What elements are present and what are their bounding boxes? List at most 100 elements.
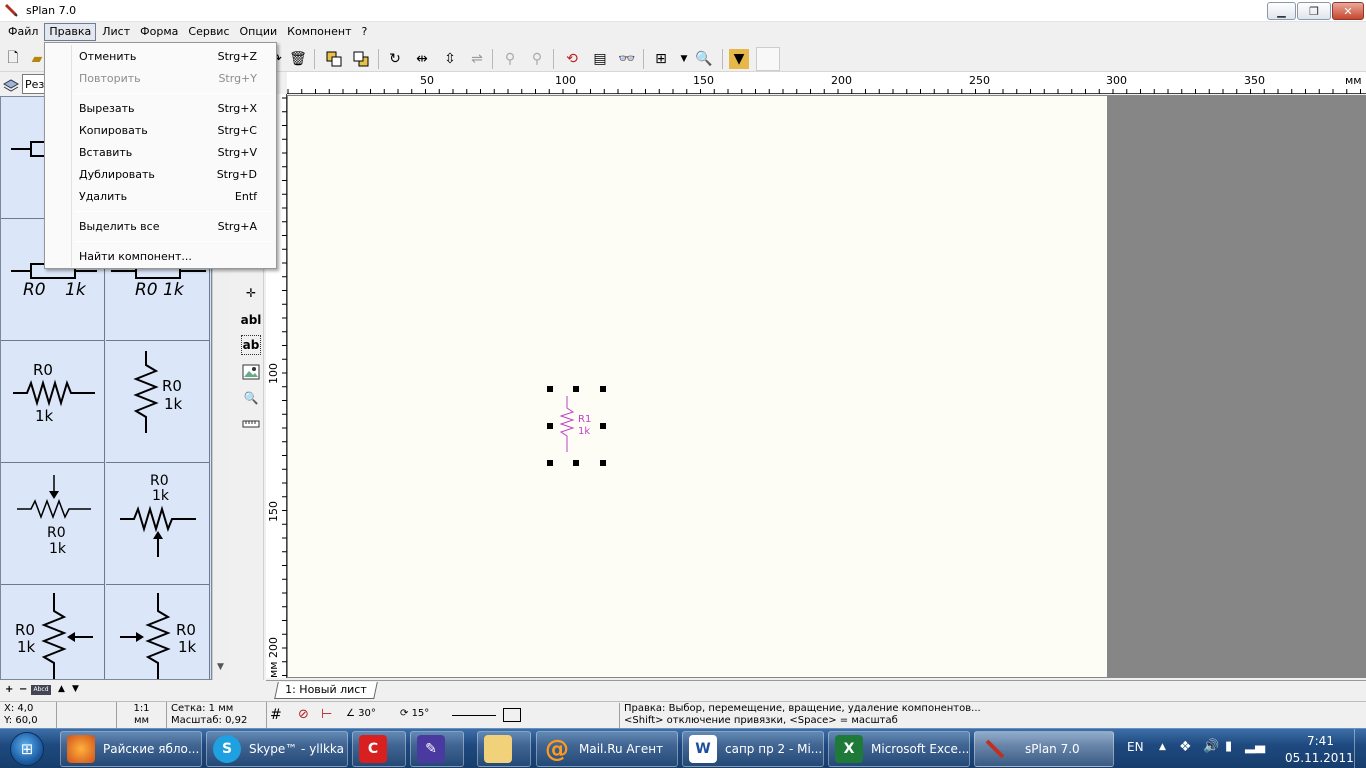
- menu-redo[interactable]: Повторить Strg+Y: [47, 67, 275, 89]
- zoom-fit-icon[interactable]: 🔍: [694, 49, 714, 69]
- ruler-label: 350: [1244, 74, 1265, 87]
- minimize-button[interactable]: ▁: [1267, 2, 1296, 20]
- taskbar-item-firefox[interactable]: Райские ябло...: [60, 731, 202, 767]
- selection-handle[interactable]: [547, 460, 553, 466]
- library-cell-resistor-zigzag-v[interactable]: R0 1k: [106, 341, 210, 463]
- bring-front-icon[interactable]: [324, 49, 344, 69]
- sheet-tab-label: 1: Новый лист: [285, 683, 367, 696]
- network-icon[interactable]: ▂▄: [1245, 739, 1265, 754]
- task-label: Mail.Ru Агент: [579, 742, 664, 756]
- clock-time[interactable]: 7:41: [1307, 734, 1334, 748]
- sheet-tab[interactable]: 1: Новый лист: [274, 682, 378, 699]
- menu-duplicate-shortcut: Strg+D: [216, 167, 257, 181]
- connect-icon[interactable]: ⟲: [562, 49, 582, 69]
- ungroup-icon[interactable]: ⚲: [527, 49, 547, 69]
- grid-dropdown-icon[interactable]: ▼: [674, 49, 694, 69]
- menu-undo[interactable]: Отменить Strg+Z: [47, 45, 275, 67]
- group-icon[interactable]: ⚲: [500, 49, 520, 69]
- menu-select-all[interactable]: Выделить все Strg+A: [47, 215, 275, 237]
- start-button[interactable]: ⊞: [2, 730, 52, 768]
- remove-icon[interactable]: −: [19, 684, 27, 695]
- taskbar-item-mailru[interactable]: @ Mail.Ru Агент: [536, 731, 678, 767]
- menu-component[interactable]: Компонент: [283, 23, 355, 41]
- mirror-h-icon[interactable]: ⇹: [412, 49, 432, 69]
- snap-grid-icon[interactable]: #: [270, 707, 282, 723]
- label-edit-icon[interactable]: Abcd: [31, 685, 51, 695]
- send-back-icon[interactable]: [351, 49, 371, 69]
- zoom-tool-icon[interactable]: 🔍: [241, 388, 261, 408]
- library-cell-resistor-zigzag-h[interactable]: R0 1k: [1, 341, 105, 463]
- move-up-icon[interactable]: ▲: [58, 684, 65, 694]
- language-indicator[interactable]: EN: [1127, 740, 1144, 754]
- library-cell-potentiometer-bottom[interactable]: R0 1k: [106, 463, 210, 585]
- menu-shape[interactable]: Форма: [136, 23, 182, 41]
- selection-handle[interactable]: [600, 386, 606, 392]
- menu-help[interactable]: ?: [357, 23, 371, 41]
- taskbar-item-word[interactable]: Wсапр пр 2 - Mi...: [682, 731, 824, 767]
- menu-options[interactable]: Опции: [236, 23, 282, 41]
- list-icon[interactable]: ▤: [590, 49, 610, 69]
- menu-paste[interactable]: Вставить Strg+V: [47, 141, 275, 163]
- delete-icon[interactable]: 🗑: [288, 49, 308, 69]
- selection-handle[interactable]: [573, 460, 579, 466]
- selection-handle[interactable]: [600, 460, 606, 466]
- menu-file[interactable]: Файл: [4, 23, 42, 41]
- library-cell-potentiometer-top[interactable]: R0 1k: [1, 463, 105, 585]
- taskbar-item-pen[interactable]: ✎: [410, 731, 464, 767]
- angle1-panel[interactable]: ∠ 30°: [346, 708, 376, 719]
- drawing-sheet[interactable]: R1 1k: [288, 96, 1107, 677]
- volume-icon[interactable]: 🔊: [1203, 739, 1219, 754]
- menu-copy[interactable]: Копировать Strg+C: [47, 119, 275, 141]
- taskbar-item-splan[interactable]: sPlan 7.0: [974, 731, 1114, 767]
- selection-handle[interactable]: [573, 386, 579, 392]
- align-icon[interactable]: ⇌: [467, 49, 487, 69]
- wire-icon[interactable]: ⊢: [321, 707, 332, 722]
- tray-expand-icon[interactable]: ▲: [1159, 742, 1166, 752]
- grid-icon[interactable]: ⊞: [651, 49, 671, 69]
- angle2-panel[interactable]: ⟳ 15°: [400, 708, 429, 719]
- clock-date[interactable]: 05.11.2011: [1285, 751, 1354, 765]
- menu-sheet[interactable]: Лист: [98, 23, 134, 41]
- new-file-icon[interactable]: 🗋: [3, 49, 23, 69]
- add-icon[interactable]: +: [5, 684, 13, 695]
- taskbar-item-excel[interactable]: X Microsoft Exce...: [828, 731, 970, 767]
- menu-edit[interactable]: Правка: [44, 23, 97, 41]
- selection-handle[interactable]: [600, 423, 606, 429]
- resistor-component[interactable]: R1 1k: [546, 386, 606, 466]
- move-down-icon[interactable]: ▼: [72, 684, 79, 694]
- text-tool-icon[interactable]: abl: [241, 310, 262, 330]
- menu-service[interactable]: Сервис: [184, 23, 233, 41]
- layer-icon[interactable]: ▼: [729, 49, 749, 69]
- junction-icon[interactable]: ✛: [241, 283, 261, 303]
- library-cell-trimmer-right[interactable]: R0 1k: [106, 585, 210, 679]
- fill-style[interactable]: [503, 708, 521, 722]
- close-button[interactable]: ✕: [1332, 2, 1364, 20]
- selection-handle[interactable]: [547, 423, 553, 429]
- binoculars-icon[interactable]: 👓: [617, 49, 637, 69]
- maximize-button[interactable]: ❐: [1297, 2, 1331, 20]
- taskbar-item-app[interactable]: C: [352, 731, 406, 767]
- color-apps-icon[interactable]: ❖: [1179, 739, 1192, 755]
- power-icon[interactable]: ▮: [1225, 739, 1232, 754]
- layers-icon[interactable]: [2, 75, 20, 93]
- menu-delete[interactable]: Удалить Entf: [47, 185, 275, 207]
- library-cell-trimmer-left[interactable]: R0 1k: [1, 585, 105, 679]
- task-label: Райские ябло...: [103, 742, 200, 756]
- menu-duplicate[interactable]: Дублировать Strg+D: [47, 163, 275, 185]
- menu-cut[interactable]: Вырезать Strg+X: [47, 97, 275, 119]
- textbox-tool-icon[interactable]: ab: [241, 335, 261, 355]
- selection-handle[interactable]: [547, 386, 553, 392]
- mirror-v-icon[interactable]: ⇳: [440, 49, 460, 69]
- taskbar-item-skype[interactable]: S Skype™ - yllkka: [206, 731, 348, 767]
- rotate-icon[interactable]: ↻: [385, 49, 405, 69]
- windows-logo-icon: ⊞: [10, 732, 44, 766]
- taskbar-item-explorer[interactable]: [477, 731, 531, 767]
- measure-tool-icon[interactable]: [241, 414, 261, 434]
- image-tool-icon[interactable]: [241, 362, 261, 382]
- show-desktop-button[interactable]: [1354, 729, 1366, 768]
- color-box[interactable]: [756, 47, 780, 71]
- line-style[interactable]: [452, 715, 496, 716]
- snap-icon[interactable]: ⊘: [298, 707, 309, 722]
- menu-find-component[interactable]: Найти компонент...: [47, 245, 275, 267]
- scroll-down-icon[interactable]: ▼: [217, 662, 224, 672]
